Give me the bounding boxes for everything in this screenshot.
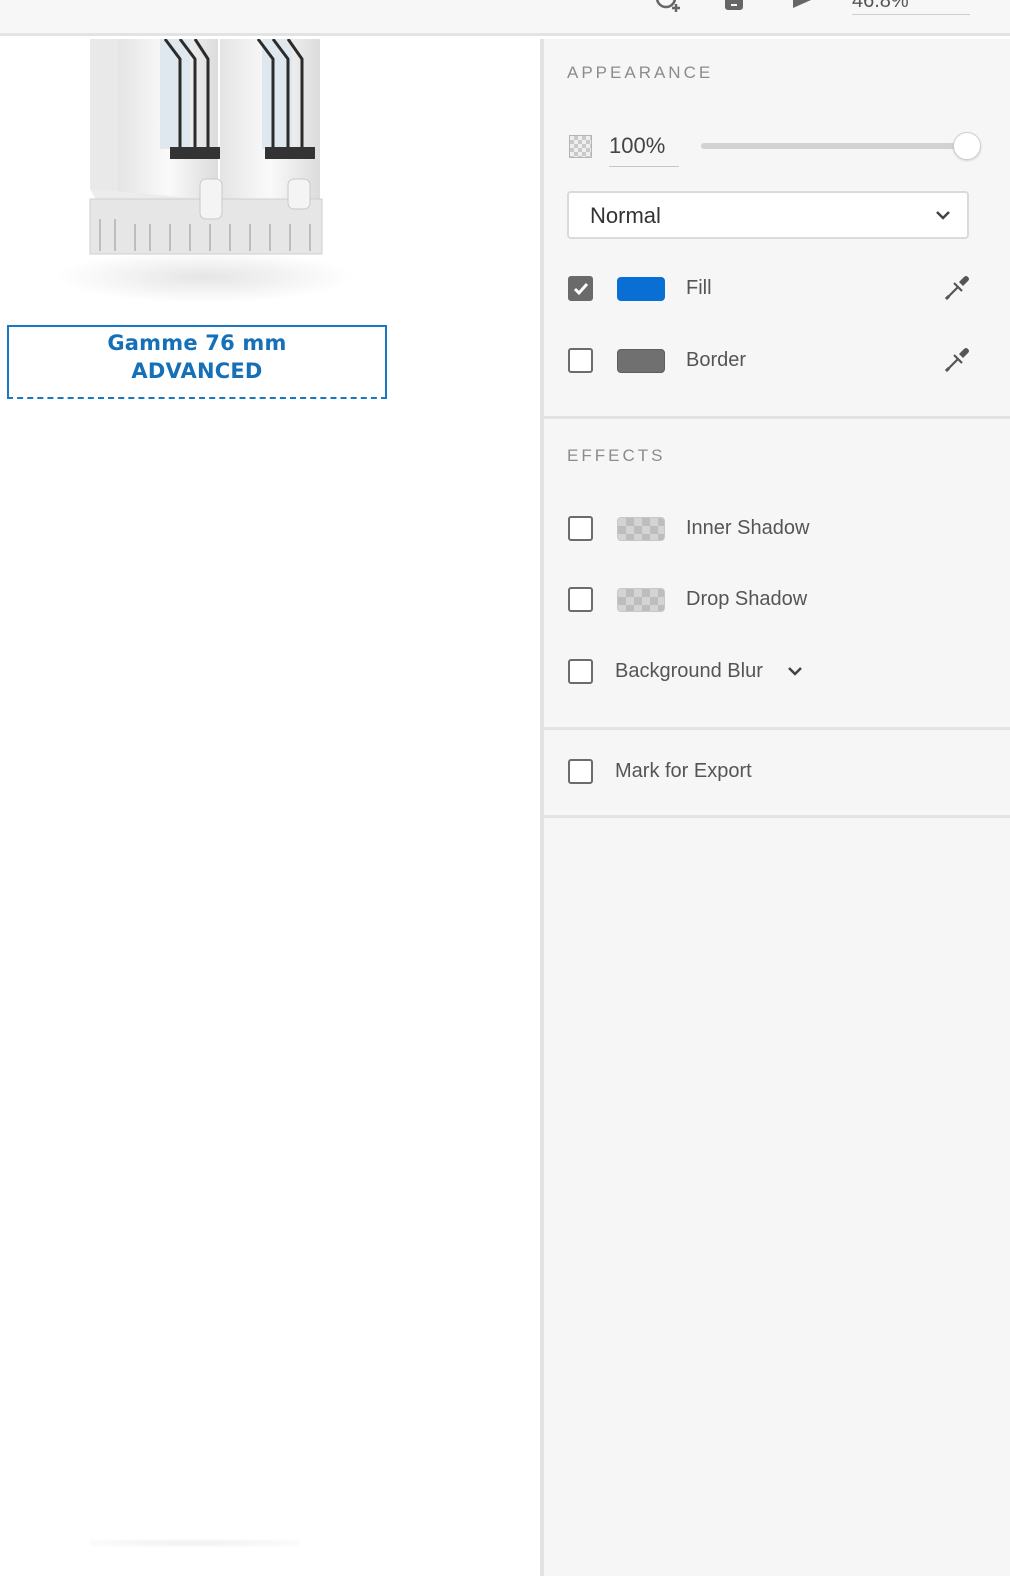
border-label: Border <box>686 349 747 371</box>
effects-section: EFFECTS Inner Shadow Drop Shadow Backgro… <box>544 419 1010 730</box>
effects-title: EFFECTS <box>567 446 666 465</box>
background-blur-row: Background Blur <box>544 651 1010 691</box>
opacity-slider-track[interactable] <box>701 143 969 149</box>
appearance-title: APPEARANCE <box>567 63 714 82</box>
border-color-swatch[interactable] <box>617 349 665 373</box>
blend-mode-select[interactable]: Normal <box>567 191 969 239</box>
zoom-field[interactable]: 46.8% <box>852 0 970 15</box>
fill-color-swatch[interactable] <box>617 277 665 301</box>
caption-line-1: Gamme 76 mm <box>107 331 287 355</box>
drop-shadow-label: Drop Shadow <box>686 588 808 610</box>
drop-shadow-row: Drop Shadow <box>544 579 1010 619</box>
chevron-down-icon[interactable] <box>787 664 803 682</box>
drop-shadow-swatch[interactable] <box>617 588 665 612</box>
play-icon[interactable] <box>790 0 812 19</box>
design-canvas[interactable]: Gamme 76 mm ADVANCED <box>0 39 540 1576</box>
caption-line-2: ADVANCED <box>131 359 263 383</box>
drop-shadow-checkbox[interactable] <box>568 587 593 612</box>
fill-row: Fill <box>544 268 1010 308</box>
product-caption-textbox[interactable]: Gamme 76 mm ADVANCED <box>7 325 387 399</box>
chevron-down-icon <box>935 208 951 226</box>
fill-label: Fill <box>686 277 712 299</box>
inner-shadow-row: Inner Shadow <box>544 508 1010 548</box>
appearance-section: APPEARANCE 100% Normal Fill Border <box>544 39 1010 419</box>
inner-shadow-swatch[interactable] <box>617 517 665 541</box>
device-preview-icon[interactable] <box>724 0 744 19</box>
mark-for-export-label: Mark for Export <box>615 760 752 782</box>
border-row: Border <box>544 340 1010 380</box>
blend-mode-value: Normal <box>590 203 661 228</box>
property-inspector: APPEARANCE 100% Normal Fill Border EFFEC… <box>544 39 1010 1576</box>
share-user-icon[interactable] <box>654 0 690 21</box>
artboard-shadow <box>90 1539 300 1547</box>
background-blur-label: Background Blur <box>615 660 763 682</box>
opacity-icon <box>569 135 592 158</box>
mark-for-export-row: Mark for Export <box>544 751 1010 791</box>
opacity-slider-thumb[interactable] <box>953 132 981 160</box>
window-profile-image[interactable] <box>40 39 360 307</box>
top-toolbar: 46.8% <box>0 0 1010 36</box>
inner-shadow-label: Inner Shadow <box>686 517 810 539</box>
mark-for-export-checkbox[interactable] <box>568 759 593 784</box>
opacity-slider-fill <box>701 143 969 149</box>
border-checkbox[interactable] <box>568 348 593 373</box>
fill-checkbox[interactable] <box>568 276 593 301</box>
eyedropper-icon[interactable] <box>941 344 973 381</box>
inner-shadow-checkbox[interactable] <box>568 516 593 541</box>
opacity-input[interactable]: 100% <box>609 129 679 167</box>
background-blur-checkbox[interactable] <box>568 659 593 684</box>
export-section: Mark for Export <box>544 730 1010 818</box>
eyedropper-icon[interactable] <box>941 272 973 309</box>
